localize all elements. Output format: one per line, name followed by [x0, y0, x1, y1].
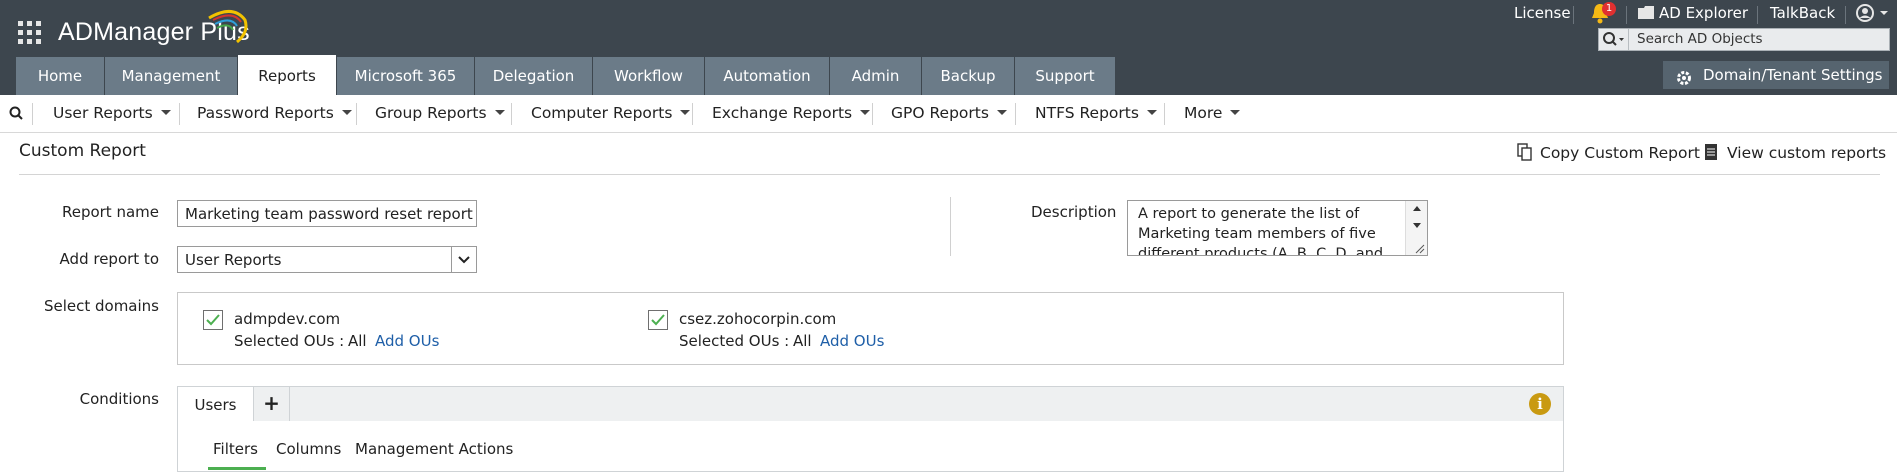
view-custom-reports-label: View custom reports — [1727, 144, 1887, 162]
nav-ntfs-reports[interactable]: NTFS Reports — [1035, 104, 1157, 122]
description-label: Description — [1031, 203, 1117, 221]
nav-gpo-reports[interactable]: GPO Reports — [891, 104, 1007, 122]
description-textarea[interactable]: A report to generate the list of Marketi… — [1127, 200, 1428, 256]
tab-users[interactable]: Users — [178, 387, 254, 422]
license-link[interactable]: License — [1514, 4, 1571, 22]
selected-ous-value: All — [348, 332, 367, 350]
domain-name: admpdev.com — [234, 310, 341, 328]
apps-grid-icon[interactable] — [18, 21, 42, 45]
tab-management[interactable]: Management — [105, 57, 238, 95]
domains-box: admpdev.com Selected OUs : All Add OUs c… — [177, 292, 1564, 365]
nav-label: Exchange Reports — [712, 104, 853, 122]
tab-delegation[interactable]: Delegation — [475, 57, 593, 95]
description-text: A report to generate the list of Marketi… — [1138, 206, 1384, 256]
checkmark-icon — [651, 314, 665, 326]
copy-icon — [1517, 143, 1533, 166]
search-icon[interactable] — [1599, 29, 1629, 50]
nav-label: NTFS Reports — [1035, 104, 1139, 122]
conditions-body: Filters Columns Management Actions — [177, 421, 1564, 472]
checkmark-icon — [206, 314, 220, 326]
tab-workflow[interactable]: Workflow — [593, 57, 705, 95]
nav-group-reports[interactable]: Group Reports — [375, 104, 505, 122]
selected-ous-label: Selected OUs : — [234, 332, 345, 350]
nav-password-reports[interactable]: Password Reports — [197, 104, 352, 122]
page-title: Custom Report — [19, 141, 146, 161]
nav-label: More — [1184, 104, 1223, 122]
add-report-to-label: Add report to — [59, 250, 159, 268]
tab-microsoft-365[interactable]: Microsoft 365 — [337, 57, 475, 95]
user-icon[interactable] — [1856, 4, 1890, 26]
ad-explorer-link[interactable]: AD Explorer — [1659, 4, 1748, 22]
subtab-management-actions[interactable]: Management Actions — [355, 440, 513, 458]
tab-reports[interactable]: Reports — [238, 55, 337, 95]
copy-custom-report-label: Copy Custom Report — [1540, 144, 1700, 162]
add-ous-link[interactable]: Add OUs — [375, 332, 439, 350]
report-categories-nav: User Reports Password Reports Group Repo… — [0, 95, 1897, 133]
add-ous-link[interactable]: Add OUs — [820, 332, 884, 350]
subtab-columns[interactable]: Columns — [276, 440, 341, 458]
report-name-field[interactable]: Marketing team password reset report — [177, 200, 477, 227]
tab-support[interactable]: Support — [1015, 57, 1116, 95]
selected-ous-label: Selected OUs : — [679, 332, 790, 350]
tab-home[interactable]: Home — [16, 57, 105, 95]
nav-label: Group Reports — [375, 104, 487, 122]
document-icon — [1705, 144, 1717, 164]
nav-more[interactable]: More — [1184, 104, 1241, 122]
search-icon[interactable] — [8, 105, 26, 127]
search-ad-objects[interactable]: Search AD Objects — [1598, 28, 1890, 51]
conditions-label: Conditions — [79, 390, 159, 408]
nav-computer-reports[interactable]: Computer Reports — [531, 104, 691, 122]
tab-backup[interactable]: Backup — [922, 57, 1015, 95]
form-divider — [950, 197, 951, 256]
nav-label: User Reports — [53, 104, 153, 122]
bell-icon[interactable]: 1 — [1590, 2, 1616, 28]
nav-label: Password Reports — [197, 104, 334, 122]
domain-checkbox-csez[interactable] — [648, 310, 668, 330]
chevron-down-icon[interactable] — [451, 247, 476, 272]
add-report-to-value: User Reports — [185, 251, 282, 269]
nav-exchange-reports[interactable]: Exchange Reports — [712, 104, 871, 122]
select-domains-label: Select domains — [43, 297, 159, 315]
selected-ous-value: All — [793, 332, 812, 350]
domain-tenant-settings-button[interactable]: Domain/Tenant Settings — [1663, 61, 1889, 89]
notification-badge: 1 — [1602, 2, 1616, 16]
nav-label: GPO Reports — [891, 104, 989, 122]
active-subtab-indicator — [208, 467, 266, 470]
header-divider — [19, 174, 1880, 175]
domain-checkbox-admpdev[interactable] — [203, 310, 223, 330]
nav-user-reports[interactable]: User Reports — [53, 104, 171, 122]
textarea-scrollbar[interactable] — [1405, 201, 1427, 255]
talkback-link[interactable]: TalkBack — [1770, 4, 1835, 22]
top-bar: ADManager Plus License 1 AD Explorer Tal… — [0, 0, 1897, 95]
logo-arc-icon — [208, 10, 248, 44]
folder-icon — [1638, 5, 1654, 23]
conditions-tabs: Users + i — [177, 386, 1564, 422]
search-input[interactable]: Search AD Objects — [1637, 31, 1763, 47]
tab-admin[interactable]: Admin — [830, 57, 922, 95]
domain-tenant-settings-label: Domain/Tenant Settings — [1703, 66, 1883, 84]
subtab-filters[interactable]: Filters — [213, 440, 258, 458]
gear-icon — [1676, 67, 1692, 95]
info-icon[interactable]: i — [1529, 393, 1551, 415]
nav-label: Computer Reports — [531, 104, 673, 122]
domain-name: csez.zohocorpin.com — [679, 310, 837, 328]
add-tab-button[interactable]: + — [254, 387, 290, 422]
report-name-label: Report name — [61, 203, 159, 221]
add-report-to-select[interactable]: User Reports — [177, 246, 477, 273]
tab-automation[interactable]: Automation — [705, 57, 830, 95]
